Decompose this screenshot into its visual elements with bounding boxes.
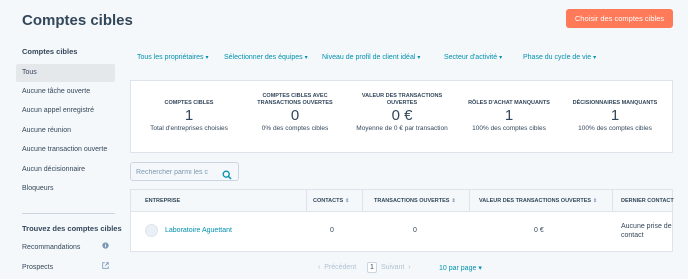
stat-label: Rôles d'achat manquants <box>468 100 550 106</box>
sidebar-item-label: Recommandations <box>22 244 81 251</box>
sidebar-item-recommendations[interactable]: Recommandations <box>16 239 115 257</box>
find-accounts-heading: Trouvez des comptes cibles <box>22 224 122 233</box>
info-icon <box>102 239 109 257</box>
stat-missing-buying-roles: Rôles d'achat manquants 1 100% des compt… <box>459 93 559 132</box>
stat-subtext: Total d'entreprises choisies <box>150 125 228 132</box>
sidebar-item-label: Prospects <box>22 264 54 271</box>
stat-value: 0 <box>290 107 300 124</box>
sidebar-item-no-meeting[interactable]: Aucune réunion <box>16 122 115 140</box>
summary-stats-card: Comptes cibles 1 Total d'entreprises cho… <box>130 80 673 153</box>
chevron-down-icon: ▾ <box>499 55 503 61</box>
stat-accounts-with-open-deals: Comptes cibles avec transactions ouverte… <box>245 93 345 132</box>
search-icon[interactable] <box>222 167 232 180</box>
previous-page-button[interactable]: ‹ Précédent <box>318 264 356 271</box>
sidebar-item-no-decision-maker[interactable]: Aucun décisionnaire <box>16 161 115 179</box>
sidebar-item-no-open-task[interactable]: Aucune tâche ouverte <box>16 83 115 101</box>
search-box <box>130 162 239 181</box>
table-row: Laboratoire Aguettant 0 0 0 € Aucune pri… <box>131 213 672 251</box>
chevron-down-icon: ▾ <box>304 55 308 61</box>
column-header-deal-value[interactable]: Valeur des transactions ouvertes ⇕ <box>479 198 597 204</box>
sidebar-item-all[interactable]: Tous <box>16 64 115 82</box>
current-page-indicator[interactable]: 1 <box>367 262 377 273</box>
stat-target-accounts: Comptes cibles 1 Total d'entreprises cho… <box>139 93 239 132</box>
stat-missing-decision-makers: Décisionnaires manquants 1 100% des comp… <box>565 93 665 132</box>
stat-label: Comptes cibles <box>164 100 214 106</box>
sidebar-item-blockers[interactable]: Bloqueurs <box>16 180 115 198</box>
sort-icon: ⇕ <box>451 198 456 204</box>
external-link-icon <box>102 259 109 277</box>
stat-value: 1 <box>184 107 194 124</box>
chevron-right-icon: › <box>408 264 411 271</box>
table-header: Entreprise Contacts ⇕ Transactions ouvert… <box>131 190 674 212</box>
column-divider <box>306 190 307 212</box>
sidebar: Comptes cibles Tous Aucune tâche ouverte… <box>0 37 122 279</box>
target-accounts-table: Entreprise Contacts ⇕ Transactions ouvert… <box>130 189 674 252</box>
page-title: Comptes cibles <box>22 12 133 29</box>
stat-subtext: 0% des comptes cibles <box>261 125 329 132</box>
column-divider <box>362 190 363 212</box>
chevron-down-icon: ▾ <box>478 265 482 272</box>
contacts-cell: 0 <box>330 227 334 234</box>
column-divider <box>469 190 470 212</box>
sidebar-item-no-logged-call[interactable]: Aucun appel enregistré <box>16 102 115 120</box>
next-page-button[interactable]: Suivant › <box>381 264 411 271</box>
sidebar-item-no-open-deal[interactable]: Aucune transaction ouverte <box>16 141 115 159</box>
stat-subtext: 100% des comptes cibles <box>472 125 546 132</box>
lifecycle-stage-filter-dropdown[interactable]: Phase du cycle de vie ▾ <box>523 54 596 61</box>
last-contact-cell: Aucune prise de contact <box>621 223 672 239</box>
sidebar-divider <box>22 213 115 214</box>
owner-filter-dropdown[interactable]: Tous les propriétaires ▾ <box>137 54 209 61</box>
sidebar-item-prospects[interactable]: Prospects <box>16 259 115 277</box>
company-name-link[interactable]: Laboratoire Aguettant <box>165 227 232 234</box>
stat-label: Décisionnaires manquants <box>572 100 658 106</box>
stat-value: 0 € <box>391 107 413 124</box>
stat-label: Comptes cibles avec transactions ouverte… <box>257 93 333 106</box>
open-deals-cell: 0 <box>413 227 417 234</box>
chevron-down-icon: ▾ <box>205 55 209 61</box>
page-header: Comptes cibles Choisir des comptes cible… <box>0 0 688 37</box>
search-input[interactable] <box>136 166 218 178</box>
sort-icon: ⇕ <box>593 198 598 204</box>
chevron-left-icon: ‹ <box>318 264 321 271</box>
column-header-contacts[interactable]: Contacts ⇕ <box>313 198 349 204</box>
column-header-open-deals[interactable]: Transactions ouvertes ⇕ <box>374 198 456 204</box>
stat-label: Valeur des transactions ouvertes <box>361 93 443 106</box>
icp-tier-filter-dropdown[interactable]: Niveau de profil de client idéal ▾ <box>322 54 420 61</box>
sort-icon: ⇕ <box>345 198 350 204</box>
column-divider <box>612 190 613 212</box>
stat-open-deal-value: Valeur des transactions ouvertes 0 € Moy… <box>352 93 452 132</box>
column-header-last-contact[interactable]: Dernier contact <box>621 198 674 204</box>
team-filter-dropdown[interactable]: Sélectionner des équipes ▾ <box>224 54 308 61</box>
stat-value: 1 <box>610 107 620 124</box>
company-avatar <box>145 224 158 237</box>
deal-value-cell: 0 € <box>534 227 544 234</box>
stat-value: 1 <box>504 107 514 124</box>
choose-target-accounts-button[interactable]: Choisir des comptes cibles <box>566 9 673 28</box>
sidebar-heading: Comptes cibles <box>22 47 78 56</box>
industry-filter-dropdown[interactable]: Secteur d'activité ▾ <box>444 54 502 61</box>
per-page-dropdown[interactable]: 10 par page ▾ <box>439 264 482 272</box>
stat-subtext: Moyenne de 0 € par transaction <box>356 125 448 132</box>
chevron-down-icon: ▾ <box>417 55 421 61</box>
chevron-down-icon: ▾ <box>593 55 597 61</box>
column-header-company[interactable]: Entreprise <box>145 198 180 204</box>
stat-subtext: 100% des comptes cibles <box>578 125 652 132</box>
